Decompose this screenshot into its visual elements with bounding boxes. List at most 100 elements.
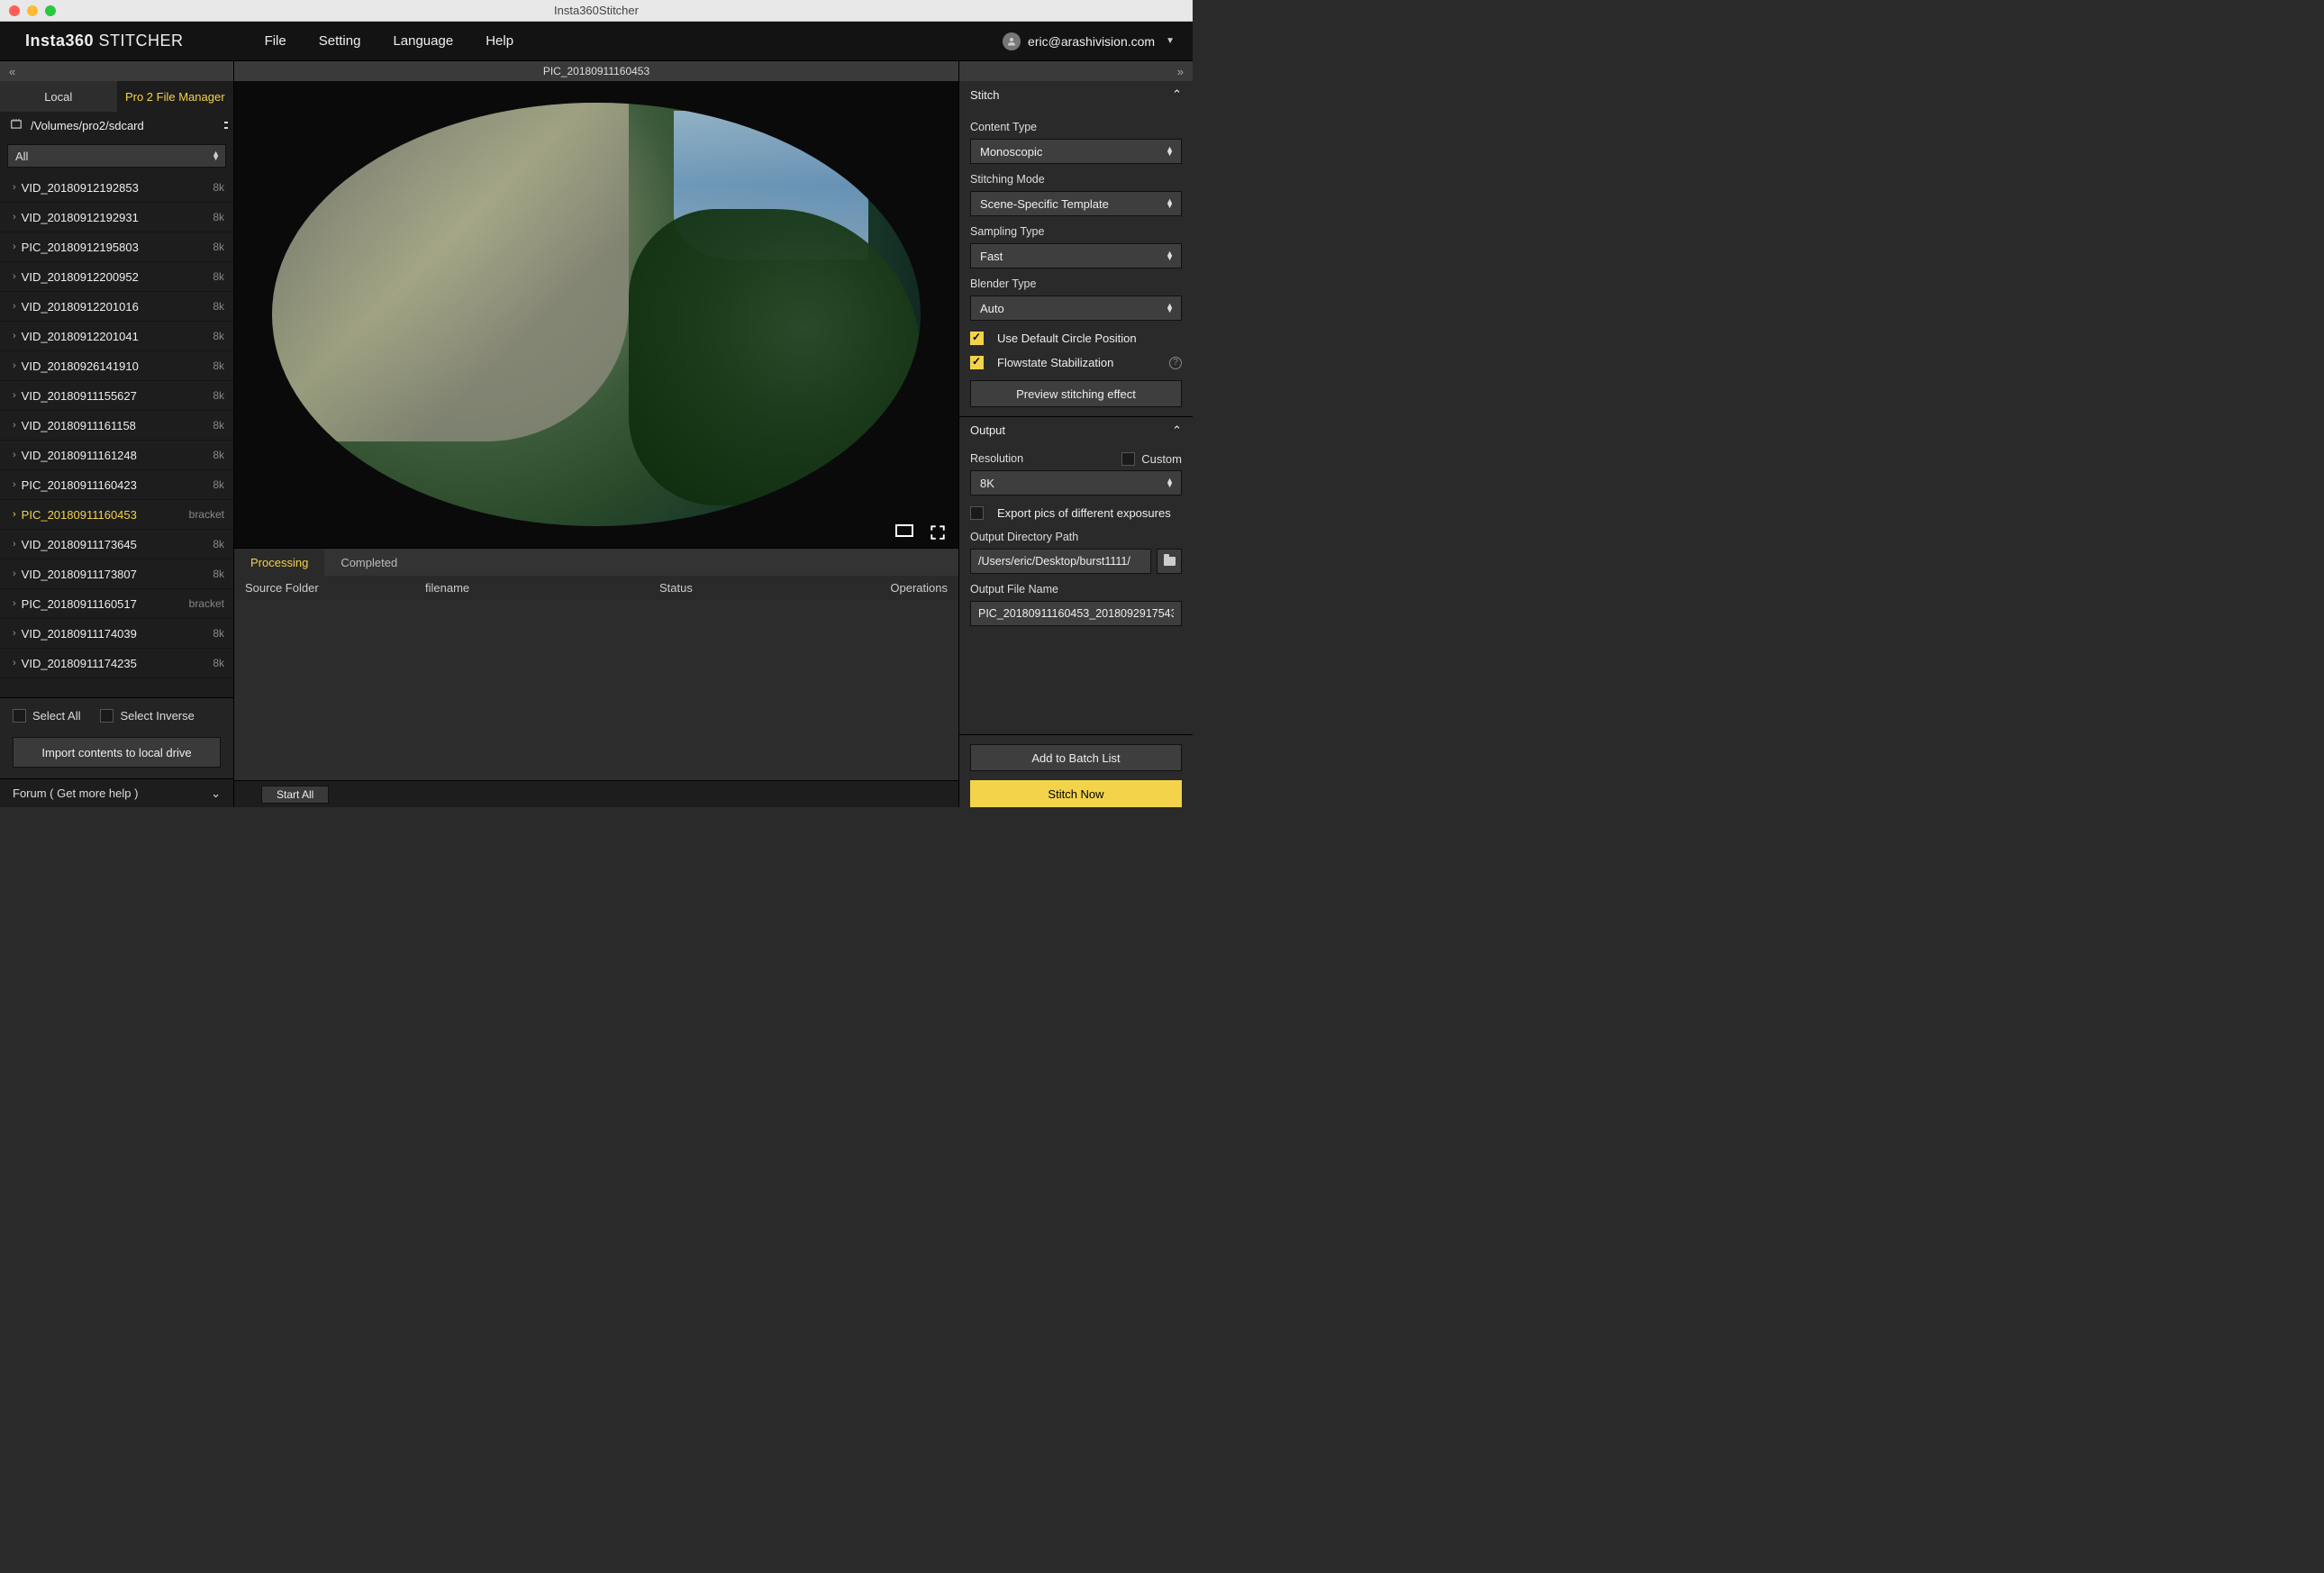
file-size: 8k bbox=[213, 627, 224, 640]
file-row[interactable]: ›VID_201809122009528k bbox=[0, 262, 233, 292]
view-mode-icon[interactable] bbox=[895, 524, 913, 537]
file-size: 8k bbox=[213, 389, 224, 402]
chevron-right-icon: › bbox=[13, 568, 16, 579]
flowstate-checkbox[interactable] bbox=[970, 356, 984, 369]
section-stitch-header[interactable]: Stitch ⌃ bbox=[959, 81, 1193, 108]
app-logo: Insta360 STITCHER bbox=[25, 32, 184, 50]
menu-language[interactable]: Language bbox=[393, 33, 453, 49]
avatar-icon bbox=[1003, 32, 1021, 50]
file-size: 8k bbox=[213, 657, 224, 669]
sampling-type-label: Sampling Type bbox=[970, 225, 1182, 238]
window-title: Insta360Stitcher bbox=[554, 4, 639, 17]
select-inverse-checkbox[interactable]: Select Inverse bbox=[100, 709, 194, 723]
maximize-window-button[interactable] bbox=[45, 5, 56, 16]
preview-viewport[interactable] bbox=[234, 81, 958, 548]
file-row[interactable]: ›VID_201809111742358k bbox=[0, 649, 233, 678]
file-size: 8k bbox=[213, 359, 224, 372]
resolution-select[interactable]: 8K ▲▼ bbox=[970, 470, 1182, 496]
chevron-right-icon: › bbox=[13, 390, 16, 401]
queue-panel: Processing Completed Source Folder filen… bbox=[234, 548, 958, 807]
file-filter-select[interactable]: All ▲▼ bbox=[7, 144, 226, 168]
file-row[interactable]: ›VID_201809111611588k bbox=[0, 411, 233, 441]
file-row[interactable]: ›VID_201809261419108k bbox=[0, 351, 233, 381]
storage-icon bbox=[9, 118, 23, 133]
flowstate-label: Flowstate Stabilization bbox=[997, 356, 1113, 369]
select-all-checkbox[interactable]: Select All bbox=[13, 709, 80, 723]
queue-table-header: Source Folder filename Status Operations bbox=[234, 576, 958, 600]
import-button[interactable]: Import contents to local drive bbox=[13, 737, 221, 768]
file-row[interactable]: ›VID_201809111612488k bbox=[0, 441, 233, 470]
file-row[interactable]: ›PIC_20180911160517bracket bbox=[0, 589, 233, 619]
chevron-right-icon: › bbox=[13, 658, 16, 668]
blender-type-label: Blender Type bbox=[970, 277, 1182, 290]
custom-resolution-checkbox[interactable]: Custom bbox=[1121, 452, 1182, 466]
sidebar-collapse-button[interactable]: « bbox=[0, 61, 233, 81]
center-pane: PIC_20180911160453 bbox=[234, 61, 958, 807]
chevron-down-icon: ▼ bbox=[1166, 36, 1175, 46]
settings-collapse-button[interactable]: » bbox=[959, 61, 1193, 81]
user-menu[interactable]: eric@arashivision.com ▼ bbox=[1003, 32, 1175, 50]
storage-path-row: /Volumes/pro2/sdcard bbox=[0, 112, 233, 139]
col-status: Status bbox=[659, 581, 831, 595]
file-name: VID_20180911174039 bbox=[22, 627, 213, 641]
help-icon[interactable]: ? bbox=[1169, 357, 1182, 369]
close-window-button[interactable] bbox=[9, 5, 20, 16]
menu-file[interactable]: File bbox=[265, 33, 286, 49]
tab-pro2-file-manager[interactable]: Pro 2 File Manager bbox=[117, 81, 234, 112]
collapse-left-icon: « bbox=[9, 65, 15, 78]
output-file-input[interactable] bbox=[970, 601, 1182, 626]
file-row[interactable]: ›PIC_201809121958038k bbox=[0, 232, 233, 262]
fullscreen-icon[interactable] bbox=[930, 524, 944, 539]
file-row[interactable]: ›VID_201809122010168k bbox=[0, 292, 233, 322]
tab-completed[interactable]: Completed bbox=[324, 549, 413, 576]
file-size: 8k bbox=[213, 419, 224, 432]
stitching-mode-label: Stitching Mode bbox=[970, 173, 1182, 186]
tab-local[interactable]: Local bbox=[0, 81, 117, 112]
file-row[interactable]: ›VID_201809122010418k bbox=[0, 322, 233, 351]
output-dir-input[interactable] bbox=[970, 549, 1151, 574]
resolution-label: Resolution bbox=[970, 452, 1023, 465]
file-size: 8k bbox=[213, 270, 224, 283]
menu-setting[interactable]: Setting bbox=[319, 33, 361, 49]
chevron-right-icon: › bbox=[13, 271, 16, 282]
stitching-mode-select[interactable]: Scene-Specific Template ▲▼ bbox=[970, 191, 1182, 216]
file-size: 8k bbox=[213, 181, 224, 194]
tab-processing[interactable]: Processing bbox=[234, 549, 324, 576]
default-circle-checkbox[interactable] bbox=[970, 332, 984, 345]
chevron-right-icon: › bbox=[13, 479, 16, 490]
chevron-right-icon: › bbox=[13, 241, 16, 252]
start-all-button[interactable]: Start All bbox=[261, 786, 329, 804]
file-row[interactable]: ›VID_201809111736458k bbox=[0, 530, 233, 559]
col-source-folder: Source Folder bbox=[245, 581, 425, 595]
file-row[interactable]: ›PIC_20180911160453bracket bbox=[0, 500, 233, 530]
stitch-now-button[interactable]: Stitch Now bbox=[970, 780, 1182, 807]
minimize-window-button[interactable] bbox=[27, 5, 38, 16]
add-to-batch-button[interactable]: Add to Batch List bbox=[970, 744, 1182, 771]
file-row[interactable]: ›VID_201809121928538k bbox=[0, 173, 233, 203]
file-row[interactable]: ›PIC_201809111604238k bbox=[0, 470, 233, 500]
file-name: VID_20180911173645 bbox=[22, 538, 213, 551]
chevron-right-icon: › bbox=[13, 450, 16, 460]
file-row[interactable]: ›VID_201809111740398k bbox=[0, 619, 233, 649]
chevron-right-icon: › bbox=[13, 182, 16, 193]
menu-help[interactable]: Help bbox=[486, 33, 513, 49]
titlebar: Insta360Stitcher bbox=[0, 0, 1193, 22]
file-row[interactable]: ›VID_201809111738078k bbox=[0, 559, 233, 589]
blender-type-select[interactable]: Auto ▲▼ bbox=[970, 296, 1182, 321]
file-row[interactable]: ›VID_201809121929318k bbox=[0, 203, 233, 232]
file-size: 8k bbox=[213, 568, 224, 580]
file-size: 8k bbox=[213, 300, 224, 313]
file-name: VID_20180911161158 bbox=[22, 419, 213, 432]
preview-stitching-button[interactable]: Preview stitching effect bbox=[970, 380, 1182, 407]
export-exposures-checkbox[interactable] bbox=[970, 506, 984, 520]
file-row[interactable]: ›VID_201809111556278k bbox=[0, 381, 233, 411]
chevron-right-icon: › bbox=[13, 331, 16, 341]
section-output-header[interactable]: Output ⌃ bbox=[959, 416, 1193, 443]
sampling-type-select[interactable]: Fast ▲▼ bbox=[970, 243, 1182, 268]
col-filename: filename bbox=[425, 581, 659, 595]
content-type-select[interactable]: Monoscopic ▲▼ bbox=[970, 139, 1182, 164]
output-dir-label: Output Directory Path bbox=[970, 531, 1182, 543]
collapse-right-icon: » bbox=[1177, 65, 1184, 78]
browse-folder-button[interactable] bbox=[1157, 549, 1182, 574]
forum-link[interactable]: Forum ( Get more help ) ⌄ bbox=[0, 778, 233, 807]
